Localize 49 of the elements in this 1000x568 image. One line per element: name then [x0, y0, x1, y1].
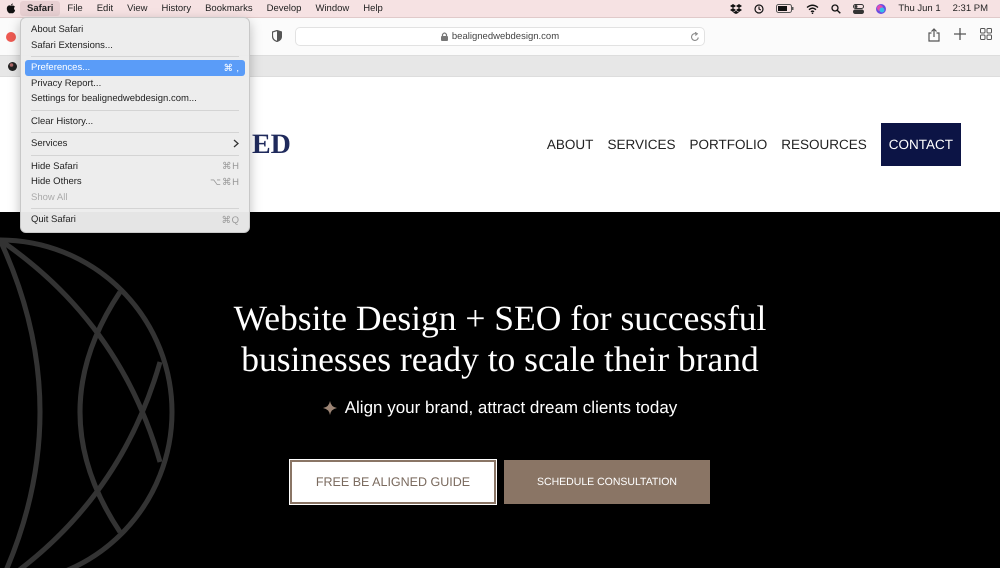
share-icon[interactable]	[928, 28, 940, 42]
menu-bar-date: Thu Jun 1	[898, 3, 941, 14]
reload-icon[interactable]	[690, 32, 700, 42]
menu-bar-item[interactable]: File	[60, 1, 90, 16]
menu-bar-item[interactable]: View	[120, 1, 155, 16]
siri-icon[interactable]	[876, 4, 886, 14]
toggles-icon[interactable]	[853, 4, 864, 14]
contact-button[interactable]: CONTACT	[880, 123, 961, 166]
clock-icon[interactable]	[754, 4, 764, 14]
shield-icon[interactable]	[272, 30, 282, 42]
menu-bar-item[interactable]: Develop	[260, 1, 308, 16]
search-icon[interactable]	[831, 4, 842, 14]
menu-item[interactable]: Privacy Report...	[25, 76, 245, 91]
apple-icon[interactable]	[6, 3, 16, 14]
hero-heading: Website Design + SEO for successful businesses ready to scale their brand	[234, 298, 766, 380]
favicon-icon[interactable]	[8, 62, 17, 70]
site-logo[interactable]: ED	[252, 128, 291, 160]
sparkle-icon	[322, 401, 337, 415]
menu-item[interactable]: Quit Safari ⌘Q	[25, 212, 245, 228]
nav-link[interactable]: SERVICES	[607, 137, 676, 152]
tab-overview-icon[interactable]	[980, 28, 992, 40]
menu-bar-item[interactable]: Window	[308, 1, 356, 16]
battery-icon[interactable]	[776, 4, 794, 13]
menu-bar-item[interactable]: Edit	[90, 1, 120, 16]
menu-item[interactable]: About Safari	[25, 22, 245, 38]
menu-item[interactable]: Services	[25, 136, 245, 152]
close-button[interactable]	[6, 32, 16, 42]
menu-item[interactable]: Safari Extensions...	[25, 38, 245, 53]
menu-bar-item[interactable]: Help	[356, 1, 390, 16]
menu-item[interactable]: Clear History...	[25, 114, 245, 129]
menu-bar-item[interactable]: Bookmarks	[198, 1, 260, 16]
dropbox-icon[interactable]	[730, 4, 742, 14]
menu-item[interactable]: Hide Safari ⌘H	[25, 158, 245, 174]
hero-subtitle: Align your brand, attract dream clients today	[344, 398, 678, 418]
plus-icon[interactable]	[954, 28, 966, 40]
guide-button[interactable]: FREE BE ALIGNED GUIDE	[290, 460, 496, 504]
menu-bar-item[interactable]: Safari	[20, 1, 60, 16]
address-field[interactable]: bealignedwebdesign.com	[295, 27, 705, 46]
menu-bar-item[interactable]: History	[154, 1, 198, 16]
wifi-icon[interactable]	[806, 4, 820, 14]
lock-icon	[440, 32, 448, 41]
menu-item[interactable]: Hide Others ⌥⌘H	[25, 174, 245, 190]
menu-bar-clock: 2:31 PM	[952, 3, 988, 14]
nav-link[interactable]: RESOURCES	[781, 137, 867, 152]
menu-item[interactable]: Settings for bealignedwebdesign.com...	[25, 91, 245, 106]
consultation-button[interactable]: SCHEDULE CONSULTATION	[504, 460, 710, 504]
nav-link[interactable]: PORTFOLIO	[689, 137, 768, 152]
nav-link[interactable]: ABOUT	[546, 137, 594, 152]
chevron-icon	[233, 139, 239, 148]
